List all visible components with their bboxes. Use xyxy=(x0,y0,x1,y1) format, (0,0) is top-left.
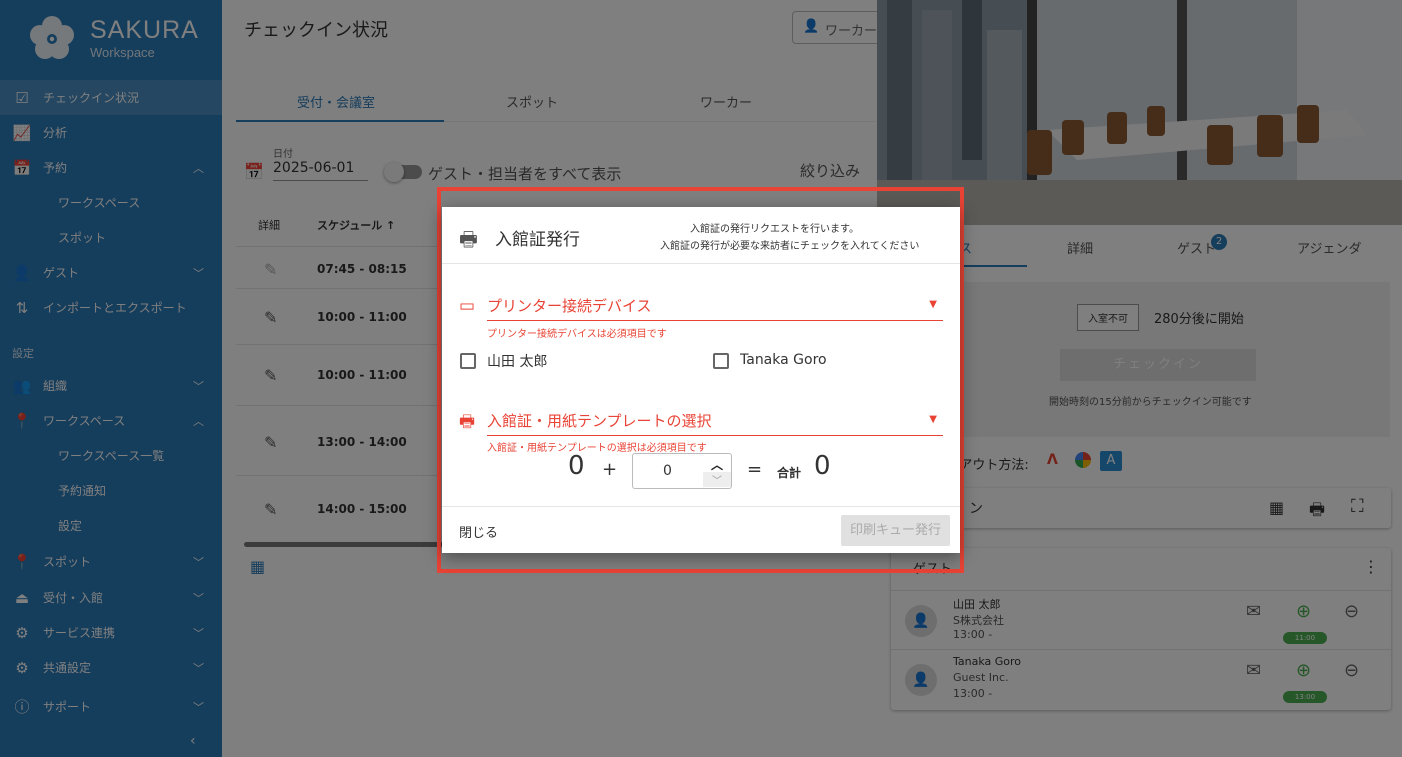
dialog-note: 入館証の発行リクエストを行います。 xyxy=(690,224,859,235)
plus-sign: + xyxy=(602,459,618,480)
printer-device-select[interactable]: プリンター接続デバイス ▼ xyxy=(487,295,943,321)
extra-count-stepper[interactable]: 0 ︿ ﹀ xyxy=(632,453,732,489)
template-label: 入館証・用紙テンプレートの選択 xyxy=(487,412,712,430)
total-value: 0 xyxy=(814,451,831,481)
device-icon: ▭ xyxy=(459,296,476,316)
badge-issue-dialog: 🖶 入館証発行 入館証の発行リクエストを行います。 入館証の発行が必要な来訪者に… xyxy=(442,207,960,553)
print-queue-button[interactable]: 印刷キュー発行 xyxy=(841,515,950,546)
visitor-name: Tanaka Goro xyxy=(740,352,827,368)
dropdown-arrow-icon: ▼ xyxy=(929,414,937,425)
extra-count-value: 0 xyxy=(663,463,672,479)
equals-sign: = xyxy=(747,459,763,480)
printer-device-error: プリンター接続デバイスは必須項目です xyxy=(487,329,667,340)
selected-count: 0 xyxy=(568,451,585,481)
total-label: 合計 xyxy=(777,466,802,480)
close-button[interactable]: 閉じる xyxy=(459,522,498,541)
divider xyxy=(442,506,960,507)
dialog-instruction: 入館証の発行が必要な来訪者にチェックを入れてください xyxy=(660,241,920,252)
visitor-checkbox[interactable] xyxy=(460,353,476,369)
printer-icon: 🖶 xyxy=(459,227,478,251)
template-error: 入館証・用紙テンプレートの選択は必須項目です xyxy=(487,443,707,454)
printer-icon: 🖶 xyxy=(459,412,476,432)
dialog-title: 入館証発行 xyxy=(495,230,580,250)
template-select[interactable]: 入館証・用紙テンプレートの選択 ▼ xyxy=(487,410,943,436)
visitor-name: 山田 太郎 xyxy=(487,354,548,370)
divider xyxy=(442,263,960,264)
visitor-checkbox[interactable] xyxy=(713,353,729,369)
increment-icon[interactable]: ︿ xyxy=(703,456,731,472)
decrement-icon[interactable]: ﹀ xyxy=(703,472,731,487)
dropdown-arrow-icon: ▼ xyxy=(929,299,937,310)
printer-device-label: プリンター接続デバイス xyxy=(487,297,652,315)
